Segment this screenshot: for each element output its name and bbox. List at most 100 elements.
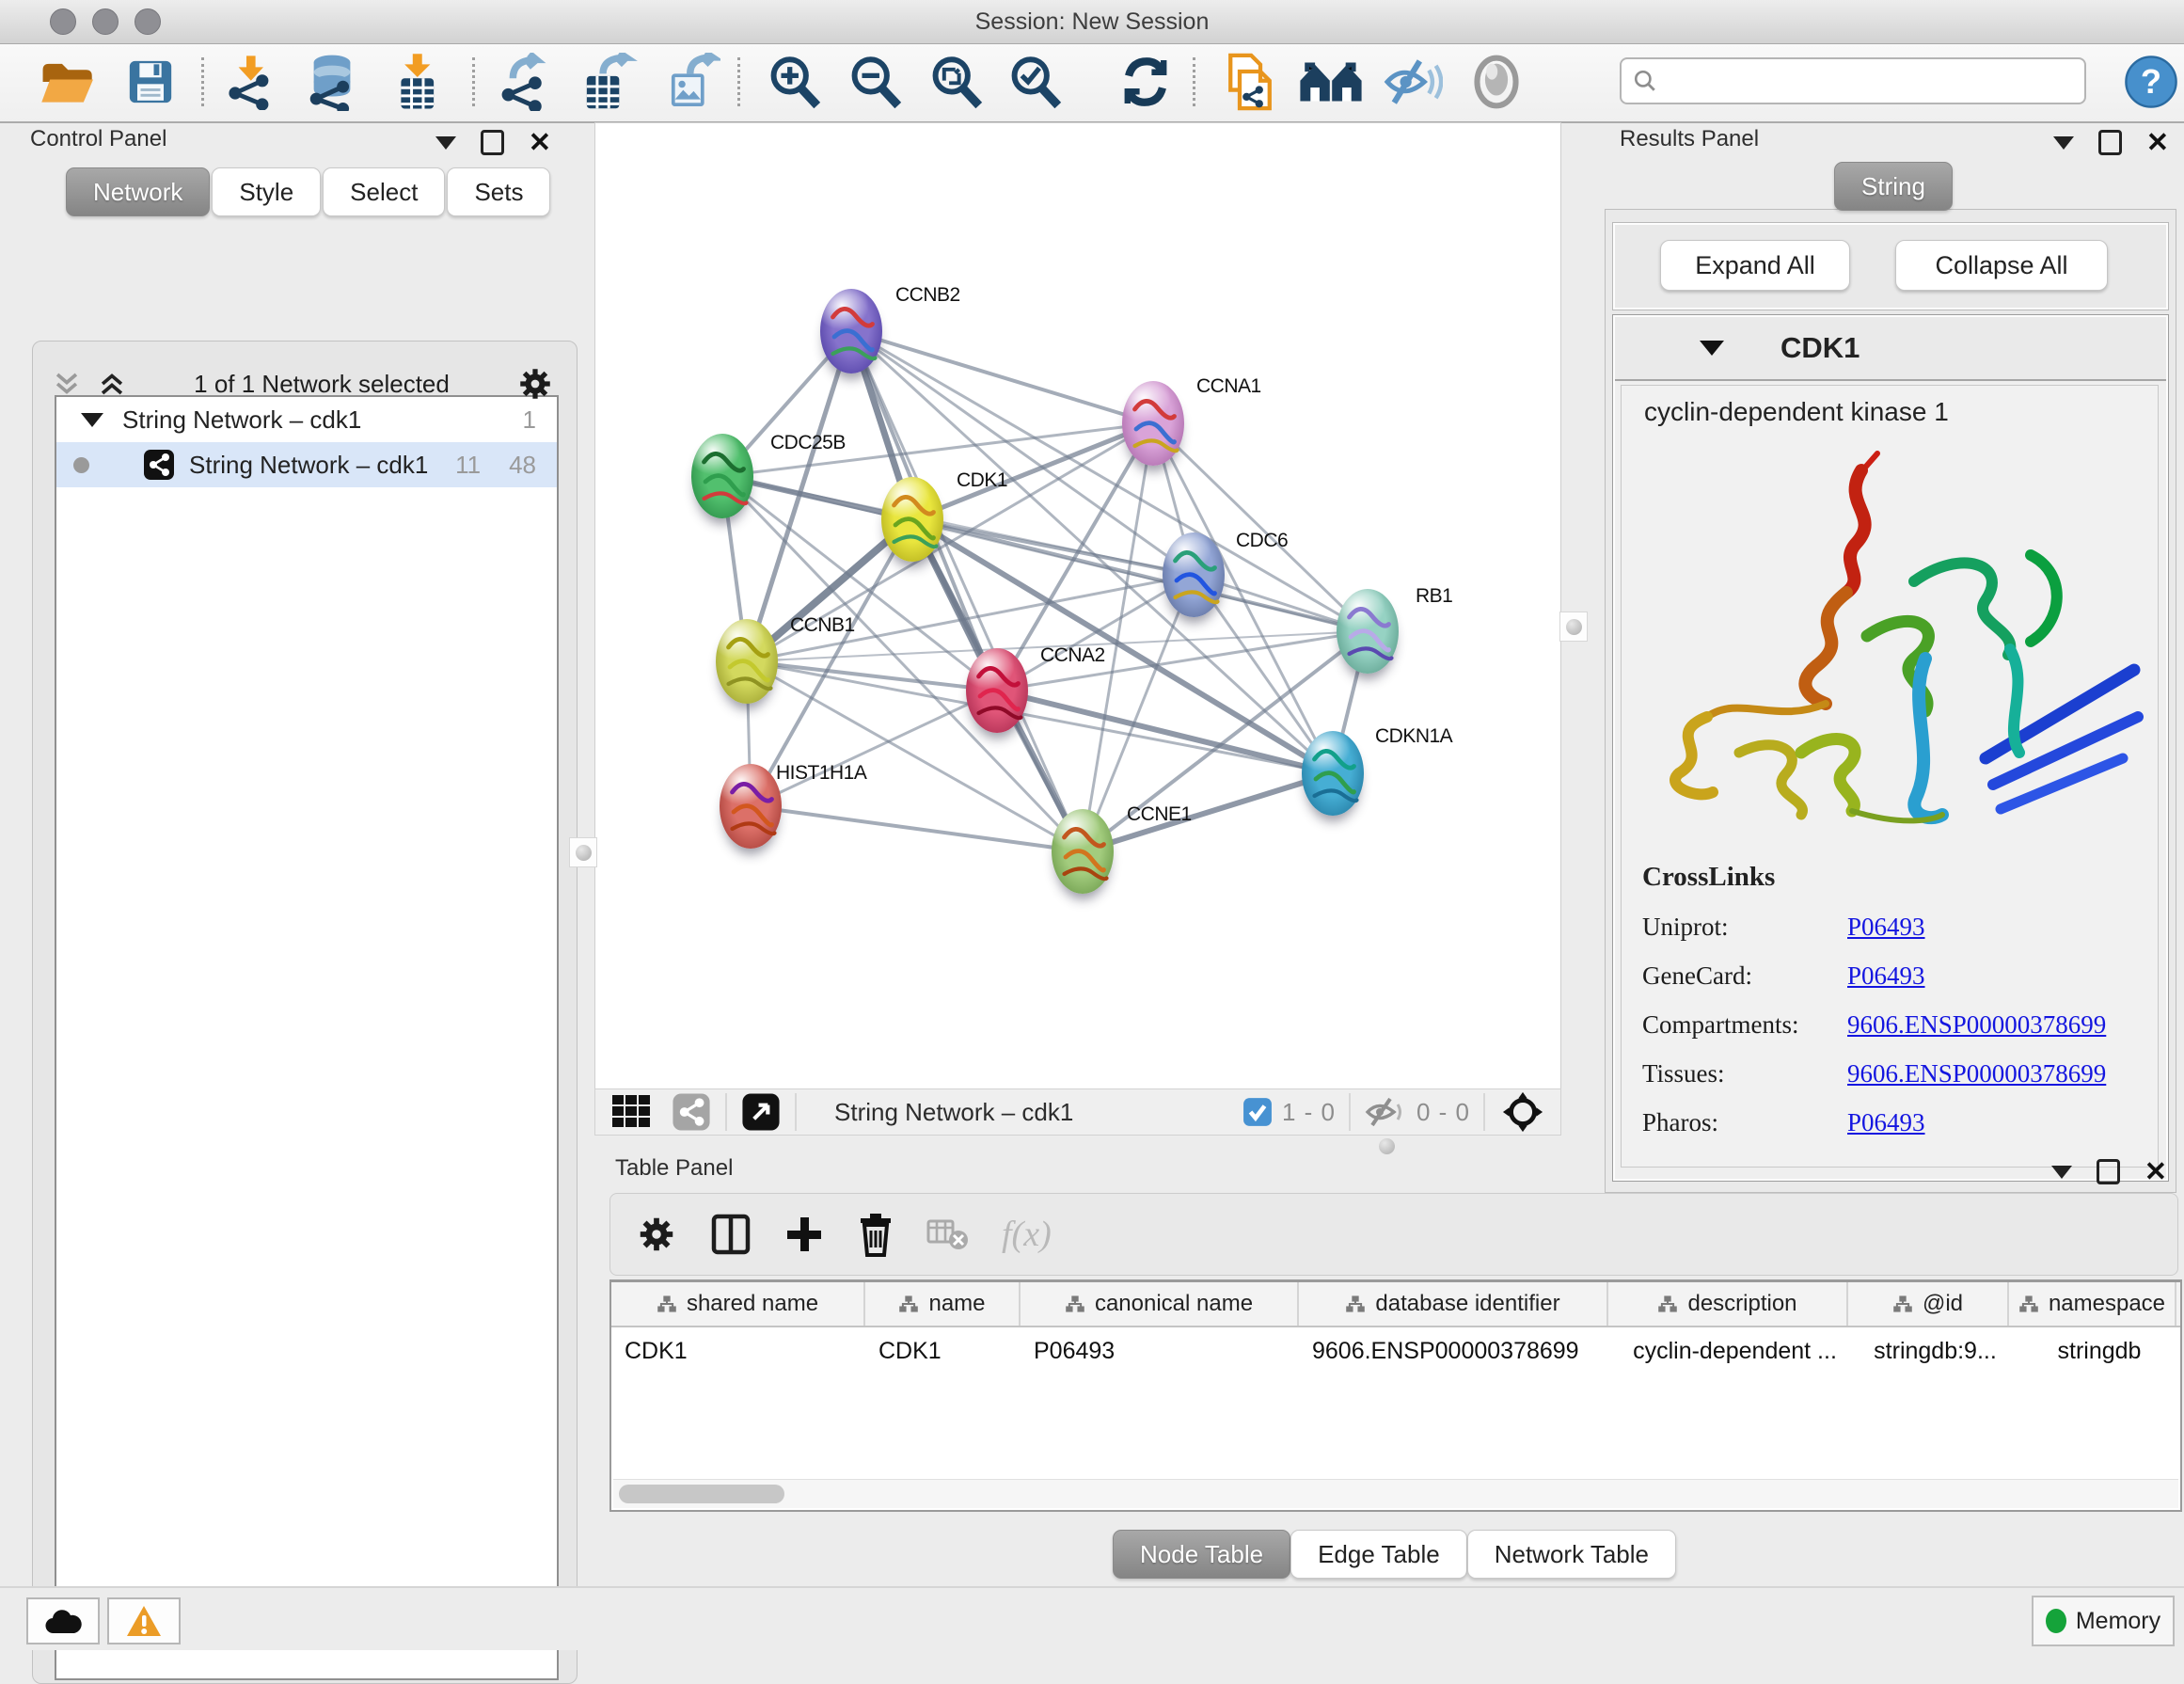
zoom-selected-button[interactable] <box>1005 54 1067 110</box>
table-row[interactable]: CDK1CDK1P064939606.ENSP00000378699cyclin… <box>611 1327 2180 1374</box>
memory-button[interactable]: Memory <box>2032 1596 2175 1646</box>
import-table-button[interactable] <box>389 54 448 110</box>
search-field[interactable] <box>1620 57 2086 104</box>
gear-icon[interactable] <box>515 364 555 404</box>
network-node-CCNB1[interactable] <box>716 619 778 704</box>
zoom-fit-button[interactable] <box>926 54 988 110</box>
export-image-button[interactable] <box>662 54 720 110</box>
open-session-button[interactable] <box>38 54 96 110</box>
save-session-button[interactable] <box>124 54 177 110</box>
fit-selected-crosshair-icon[interactable] <box>1498 1090 1547 1134</box>
tab-edge-table[interactable]: Edge Table <box>1290 1530 1467 1579</box>
network-node-CDKN1A[interactable] <box>1302 731 1364 816</box>
crosslink-link[interactable]: 9606.ENSP00000378699 <box>1847 1010 2106 1040</box>
table-cell[interactable]: CDK1 <box>865 1327 1021 1374</box>
table-cell[interactable]: CDK1 <box>611 1327 865 1374</box>
column-header-shared-name[interactable]: shared name <box>611 1282 865 1326</box>
table-cell[interactable]: P06493 <box>1021 1327 1299 1374</box>
crosslink-link[interactable]: P06493 <box>1847 913 1925 942</box>
network-node-CCNA2[interactable] <box>966 648 1028 733</box>
column-header-namespace[interactable]: namespace <box>2009 1282 2176 1326</box>
show-columns-icon[interactable] <box>710 1213 752 1256</box>
help-button[interactable]: ? <box>2124 54 2178 110</box>
network-share-icon[interactable] <box>671 1091 712 1133</box>
panel-close-icon[interactable]: ✕ <box>529 134 551 152</box>
import-network-button[interactable] <box>224 54 280 110</box>
table-cell[interactable]: stringdb <box>2009 1327 2176 1374</box>
network-canvas[interactable]: CCNB2CCNA1CDC25BCDK1CDC6RB1CCNB1CCNA2CDK… <box>594 122 1561 1089</box>
tab-select[interactable]: Select <box>323 167 445 216</box>
add-column-icon[interactable] <box>783 1214 825 1255</box>
refresh-view-button[interactable] <box>1116 54 1176 110</box>
import-network-from-database-button[interactable] <box>299 54 365 110</box>
tab-network[interactable]: Network <box>66 167 210 216</box>
crosslink-link[interactable]: P06493 <box>1847 1108 1925 1137</box>
main-toolbar: ? <box>0 44 2184 123</box>
panel-collapse-icon[interactable] <box>435 136 456 150</box>
network-node-RB1[interactable] <box>1337 589 1399 674</box>
network-node-CCNE1[interactable] <box>1052 809 1114 894</box>
hidden-eye-slash-icon <box>1364 1094 1407 1130</box>
zoom-in-button[interactable] <box>764 54 826 110</box>
network-row[interactable]: String Network – cdk1 11 48 <box>56 442 557 487</box>
gear-icon[interactable] <box>635 1213 678 1256</box>
delete-column-icon[interactable] <box>857 1212 894 1257</box>
network-node-HIST1H1A[interactable] <box>720 764 782 849</box>
export-table-button[interactable] <box>578 54 638 110</box>
show-eye-button[interactable] <box>1469 54 1524 110</box>
crosslink-link[interactable]: P06493 <box>1847 961 1925 991</box>
column-type-icon <box>1657 1295 1678 1313</box>
export-network-button[interactable] <box>497 54 555 110</box>
birds-eye-view-icon[interactable] <box>740 1091 782 1133</box>
node-structure-thumbnail <box>1052 809 1114 894</box>
tree-expand-icon[interactable] <box>81 413 103 427</box>
column-header-description[interactable]: description <box>1608 1282 1848 1326</box>
expand-all-button[interactable]: Expand All <box>1660 240 1850 291</box>
table-tabs: Node Table Edge Table Network Table <box>1113 1530 1676 1579</box>
tab-style[interactable]: Style <box>212 167 321 216</box>
search-input[interactable] <box>1665 67 2084 95</box>
network-node-CDC6[interactable] <box>1163 532 1225 617</box>
panel-close-icon[interactable]: ✕ <box>2146 134 2169 152</box>
collapse-all-icon[interactable] <box>51 368 83 400</box>
zoom-out-button[interactable] <box>845 54 907 110</box>
network-node-CCNB2[interactable] <box>820 289 882 373</box>
panel-collapse-icon[interactable] <box>2051 1166 2072 1179</box>
table-hscrollbar[interactable] <box>613 1479 2178 1508</box>
column-header-name[interactable]: name <box>865 1282 1021 1326</box>
network-node-CDK1[interactable] <box>881 477 943 562</box>
gene-section-header[interactable]: CDK1 <box>1615 317 2166 381</box>
table-cell[interactable]: cyclin-dependent ... <box>1608 1327 1848 1374</box>
collapse-all-button[interactable]: Collapse All <box>1895 240 2108 291</box>
left-splitter-handle[interactable] <box>569 837 597 867</box>
column-header-database-identifier[interactable]: database identifier <box>1299 1282 1608 1326</box>
panel-float-icon[interactable] <box>481 130 504 155</box>
tab-string[interactable]: String <box>1834 162 1953 211</box>
string-home-button[interactable] <box>1298 54 1364 110</box>
right-splitter-handle[interactable] <box>1559 612 1588 642</box>
panel-collapse-icon[interactable] <box>2053 136 2074 150</box>
network-node-CDC25B[interactable] <box>691 434 753 518</box>
grid-view-icon[interactable] <box>612 1095 656 1129</box>
warning-status-button[interactable] <box>107 1597 181 1644</box>
hide-unhide-button[interactable] <box>1383 54 1443 110</box>
tab-network-table[interactable]: Network Table <box>1467 1530 1676 1579</box>
column-header-canonical-name[interactable]: canonical name <box>1021 1282 1299 1326</box>
panel-close-icon[interactable]: ✕ <box>2144 1163 2167 1182</box>
crosslink-link[interactable]: 9606.ENSP00000378699 <box>1847 1059 2106 1088</box>
column-header--id[interactable]: @id <box>1848 1282 2009 1326</box>
selected-checkbox-icon[interactable] <box>1242 1097 1273 1127</box>
tab-node-table[interactable]: Node Table <box>1113 1530 1290 1579</box>
cloud-status-button[interactable] <box>26 1597 100 1644</box>
expand-all-icon[interactable] <box>96 368 128 400</box>
horizontal-splitter-handle[interactable] <box>1379 1138 1395 1154</box>
panel-float-icon[interactable] <box>2097 1159 2120 1184</box>
panel-float-icon[interactable] <box>2098 130 2122 155</box>
scrollbar-thumb[interactable] <box>619 1485 784 1503</box>
tab-sets[interactable]: Sets <box>447 167 550 216</box>
table-cell[interactable]: 9606.ENSP00000378699 <box>1299 1327 1608 1374</box>
string-import-button[interactable] <box>1221 54 1279 110</box>
section-expand-icon[interactable] <box>1700 341 1724 356</box>
table-cell[interactable]: stringdb:9... <box>1848 1327 2009 1374</box>
network-node-CCNA1[interactable] <box>1122 381 1184 466</box>
